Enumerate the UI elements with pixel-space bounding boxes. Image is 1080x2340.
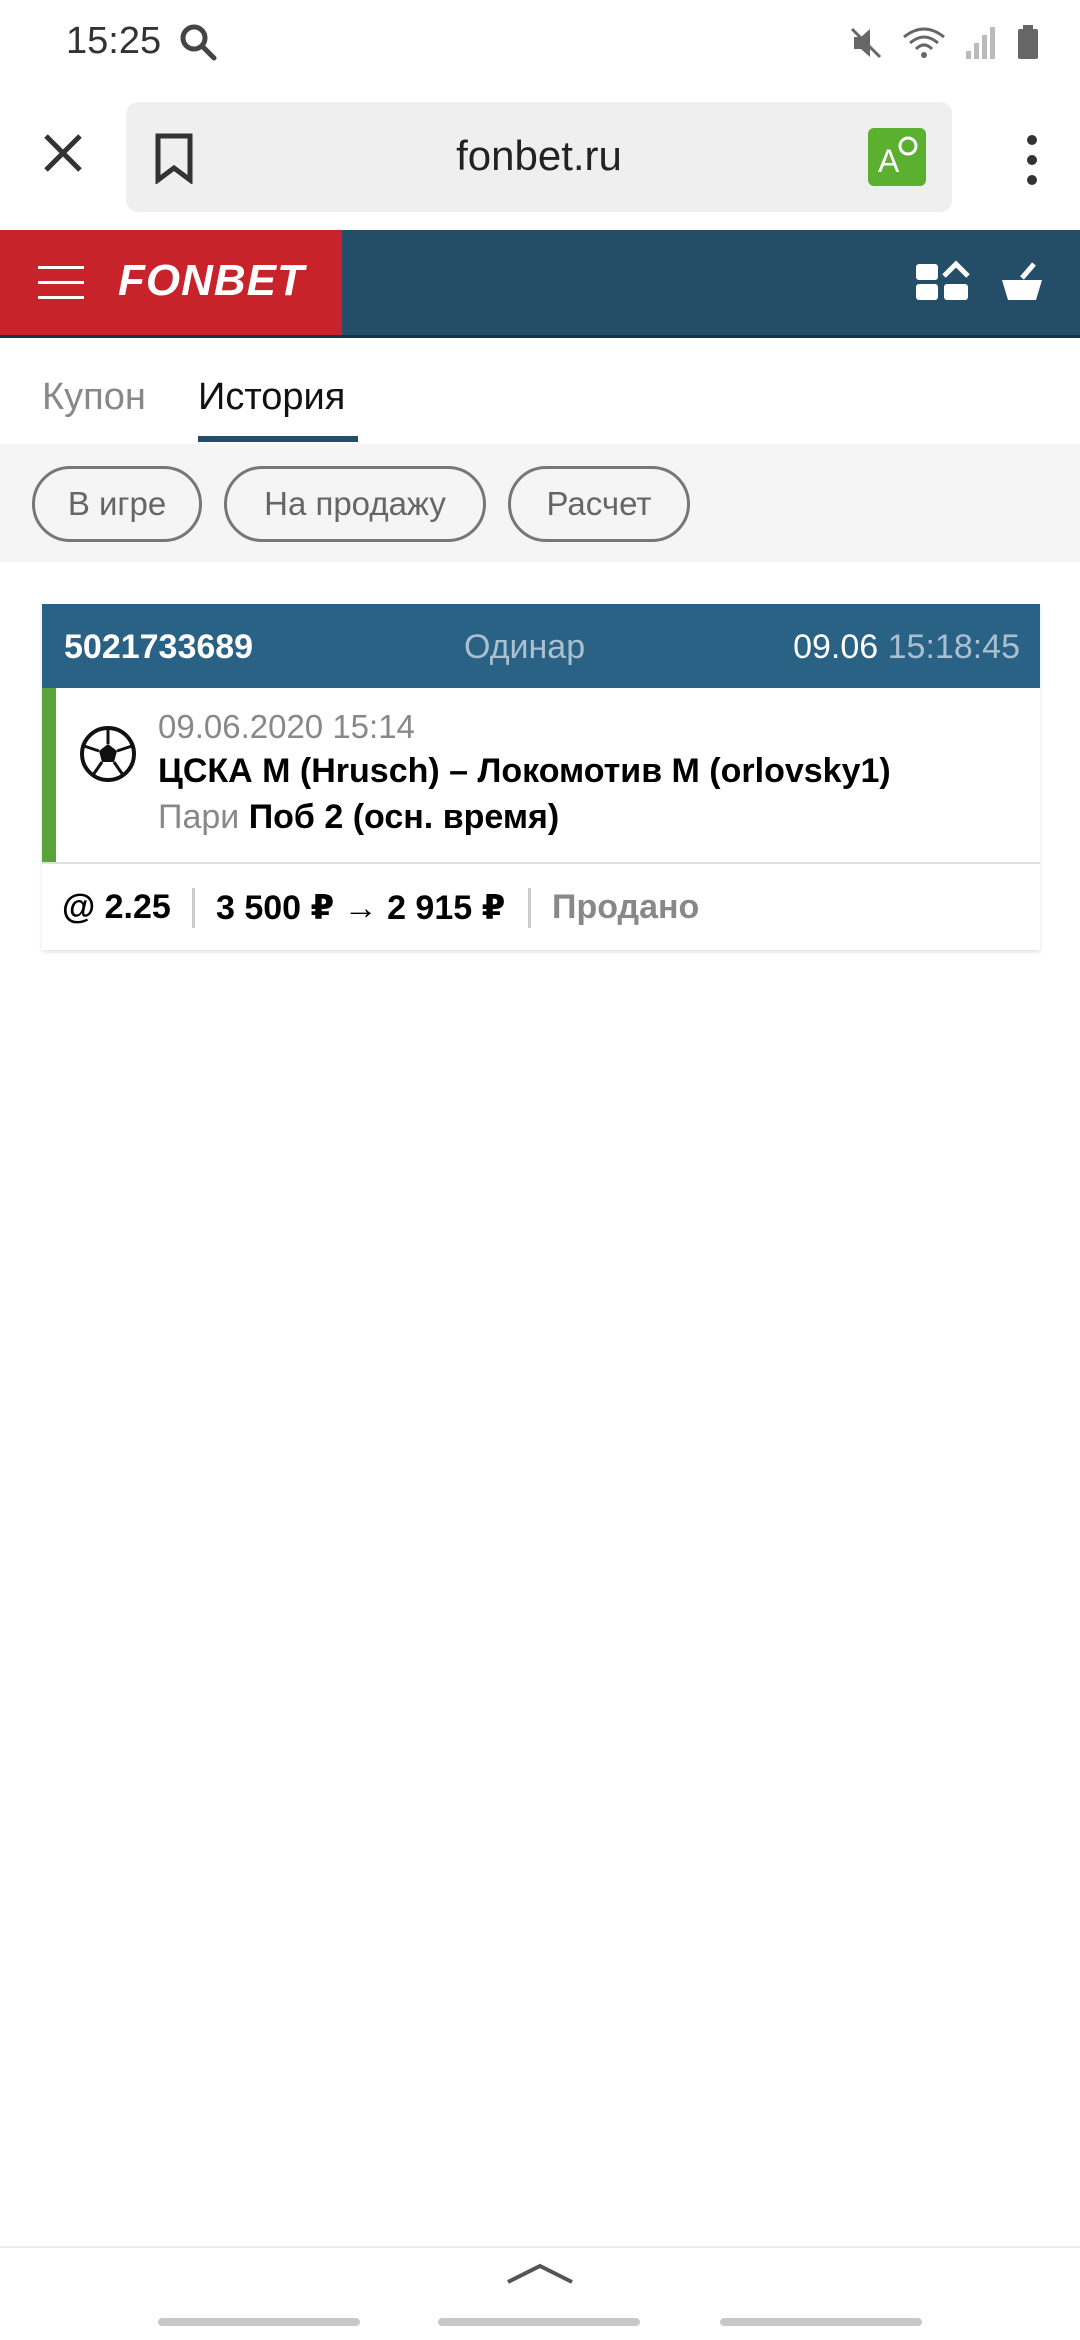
layout-toggle-icon[interactable] xyxy=(914,260,972,304)
header-icons xyxy=(914,260,1044,304)
bet-amount: 3 500 ₽ → 2 915 ₽ xyxy=(216,889,506,927)
tab-history[interactable]: История xyxy=(198,376,345,419)
pari-label: Пари xyxy=(158,798,240,836)
hamburger-menu-icon[interactable] xyxy=(38,266,84,300)
brand-block: FONBET xyxy=(0,230,342,335)
svg-text:A: A xyxy=(878,143,900,179)
bet-date: 09.06 xyxy=(793,628,879,666)
nav-home[interactable] xyxy=(438,2318,640,2326)
status-time: 15:25 xyxy=(66,20,162,62)
filter-in-game[interactable]: В игре xyxy=(32,466,202,542)
tab-coupon[interactable]: Купон xyxy=(42,376,146,419)
chevron-up-icon[interactable] xyxy=(506,2262,574,2284)
event-datetime: 09.06.2020 15:14 xyxy=(158,708,415,745)
bet-outcome: Пари Поб 2 (осн. время) xyxy=(158,798,559,837)
status-icons xyxy=(848,20,1040,66)
browser-toolbar: fonbet.ru A xyxy=(0,88,1080,230)
url-text[interactable]: fonbet.ru xyxy=(126,132,952,180)
mute-icon xyxy=(850,27,882,59)
site-header: FONBET xyxy=(0,230,1080,338)
bet-id: 5021733689 xyxy=(64,628,254,666)
divider xyxy=(528,888,531,928)
bet-card-header: 5021733689 Одинар 09.06 15:18:45 xyxy=(42,604,1040,688)
filter-settled[interactable]: Расчет xyxy=(508,466,690,542)
nav-recent[interactable] xyxy=(158,2318,360,2326)
divider xyxy=(192,888,195,928)
sport-indicator xyxy=(42,688,56,862)
battery-icon xyxy=(1018,25,1038,59)
event-teams: ЦСКА М (Hrusch) – Локомотив М (orlovsky1… xyxy=(158,752,891,790)
bet-type: Одинар xyxy=(464,628,586,666)
soccer-ball-icon xyxy=(80,726,136,782)
signal-icon xyxy=(966,27,995,59)
address-bar[interactable]: fonbet.ru A xyxy=(126,102,952,212)
status-bar: 15:25 xyxy=(0,0,1080,88)
translate-icon[interactable]: A xyxy=(868,128,926,186)
filter-bar: В игре На продажу Расчет xyxy=(0,444,1080,562)
filter-for-sale[interactable]: На продажу xyxy=(224,466,486,542)
system-nav-bar xyxy=(0,2300,1080,2340)
search-icon xyxy=(180,24,217,61)
wifi-icon xyxy=(903,27,945,58)
close-tab-icon[interactable] xyxy=(38,128,88,178)
basket-icon[interactable] xyxy=(1000,260,1044,304)
bet-coefficient: @ 2.25 xyxy=(62,888,171,926)
bet-card[interactable]: 5021733689 Одинар 09.06 15:18:45 09.06.2… xyxy=(42,604,1040,950)
bet-datetime: 09.06 15:18:45 xyxy=(793,628,1020,667)
nav-back[interactable] xyxy=(720,2318,922,2326)
bet-time: 15:18:45 xyxy=(887,628,1020,666)
more-options-icon[interactable] xyxy=(1024,132,1040,188)
event-row: 09.06.2020 15:14 ЦСКА М (Hrusch) – Локом… xyxy=(42,688,1040,864)
bet-status: Продано xyxy=(552,888,700,926)
active-tab-indicator xyxy=(198,436,358,442)
outcome-text: Поб 2 (осн. время) xyxy=(248,798,560,836)
bet-card-footer: @ 2.25 3 500 ₽ → 2 915 ₽ Продано xyxy=(42,866,1040,950)
coupon-tabs: Купон История xyxy=(0,338,1080,444)
brand-logo[interactable]: FONBET xyxy=(118,256,305,306)
